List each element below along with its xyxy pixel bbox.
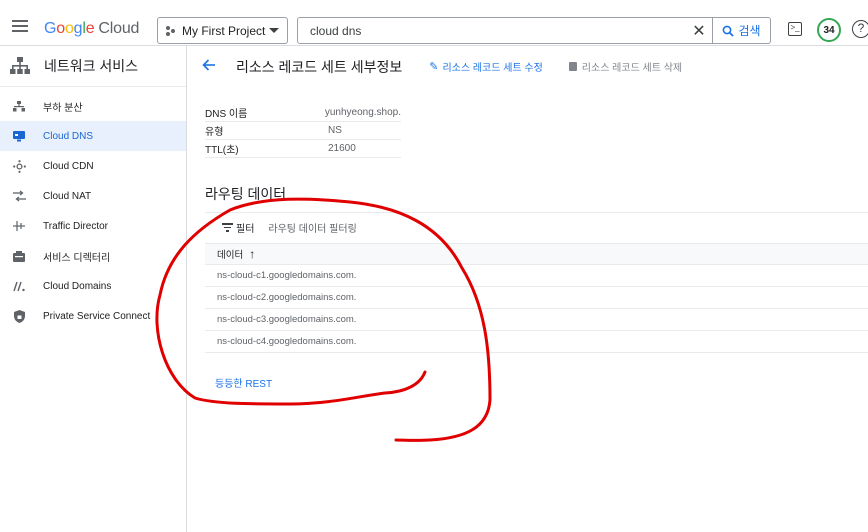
- table-cell: ns-cloud-c4.googledomains.com.: [217, 336, 357, 347]
- details-key: TTL(초): [205, 145, 239, 156]
- sidebar-item-label: 서비스 디렉터리: [43, 252, 111, 264]
- column-header-data: 데이터: [217, 250, 244, 261]
- record-set-details: DNS 이름 yunhyeong.shop. 유형 NS TTL(초) 2160…: [205, 104, 401, 158]
- sidebar-item-cloud-nat[interactable]: Cloud NAT: [0, 181, 186, 211]
- edit-record-set-button[interactable]: ✎ 리소스 레코드 세트 수정: [429, 59, 543, 74]
- load-balancing-icon: [12, 99, 26, 113]
- details-value: NS: [328, 125, 342, 136]
- table-cell: ns-cloud-c1.googledomains.com.: [217, 270, 357, 281]
- sidebar-item-label: Cloud CDN: [43, 160, 94, 172]
- sidebar-item-cloud-domains[interactable]: Cloud Domains: [0, 271, 186, 301]
- traffic-director-icon: [12, 219, 26, 233]
- details-key: DNS 이름: [205, 109, 248, 120]
- filter-label: 필터: [236, 224, 255, 235]
- cloud-cdn-icon: [12, 159, 26, 173]
- page-title: 리소스 레코드 세트 세부정보: [236, 58, 403, 75]
- search-icon: [723, 25, 735, 37]
- cloud-dns-icon: [12, 129, 26, 143]
- table-row: ns-cloud-c1.googledomains.com.: [205, 265, 868, 287]
- caret-down-icon: [269, 28, 279, 33]
- routing-data-table: 데이터 ↑ ns-cloud-c1.googledomains.com. ns-…: [205, 243, 868, 353]
- search-bar[interactable]: cloud dns ✕ 검색: [297, 17, 771, 44]
- filter-bar[interactable]: 필터 라우팅 데이터 필터링: [205, 212, 868, 242]
- table-row: ns-cloud-c3.googledomains.com.: [205, 309, 868, 331]
- table-cell: ns-cloud-c3.googledomains.com.: [217, 314, 357, 325]
- sidebar-item-load-balancing[interactable]: 부하 분산: [0, 91, 186, 121]
- top-bar: Google Cloud My First Project cloud dns ✕…: [0, 0, 868, 46]
- cloud-nat-icon: [12, 189, 26, 203]
- routing-data-title: 라우팅 데이터: [205, 186, 287, 202]
- sidebar-item-label: Cloud DNS: [43, 130, 94, 142]
- sidebar-item-label: Cloud Domains: [43, 280, 112, 292]
- main-content: 리소스 레코드 세트 세부정보 ✎ 리소스 레코드 세트 수정 리소스 레코드 …: [188, 46, 868, 532]
- sidebar-item-label: Cloud NAT: [43, 190, 92, 202]
- sidebar-item-label: Traffic Director: [43, 220, 109, 232]
- service-directory-icon: [12, 249, 26, 263]
- details-key: 유형: [205, 127, 224, 138]
- hamburger-menu-icon[interactable]: [12, 20, 28, 32]
- cloud-shell-icon[interactable]: >_: [788, 22, 802, 36]
- page-header: 리소스 레코드 세트 세부정보 ✎ 리소스 레코드 세트 수정 리소스 레코드 …: [188, 46, 868, 87]
- details-row: DNS 이름 yunhyeong.shop.: [205, 104, 401, 122]
- sidebar-title: 네트워크 서비스: [44, 58, 139, 74]
- filter-input[interactable]: 라우팅 데이터 필터링: [268, 220, 356, 235]
- logo-google-text: Google: [44, 20, 95, 37]
- notification-badge[interactable]: 34: [817, 18, 841, 42]
- filter-icon: [221, 222, 233, 233]
- pencil-icon: ✎: [429, 61, 439, 73]
- table-row: ns-cloud-c4.googledomains.com.: [205, 331, 868, 353]
- details-value: 21600: [328, 143, 356, 154]
- sidebar-item-label: 부하 분산: [43, 102, 83, 114]
- sidebar-item-label: Private Service Connect: [43, 310, 151, 322]
- logo-cloud-text: Cloud: [98, 20, 140, 37]
- sidebar-header: 네트워크 서비스: [0, 46, 186, 87]
- network-services-icon: [10, 57, 30, 74]
- project-icon: [166, 25, 176, 36]
- sidebar: 네트워크 서비스 부하 분산 Cloud DNS Cloud CDN Cloud…: [0, 46, 187, 532]
- sidebar-item-service-directory[interactable]: 서비스 디렉터리: [0, 241, 186, 271]
- search-button[interactable]: 검색: [712, 18, 770, 43]
- sidebar-item-cloud-cdn[interactable]: Cloud CDN: [0, 151, 186, 181]
- equivalent-rest-link[interactable]: 등등한 REST: [215, 375, 272, 390]
- project-selector[interactable]: My First Project: [157, 17, 288, 44]
- search-input[interactable]: cloud dns: [298, 24, 686, 38]
- details-row: 유형 NS: [205, 122, 401, 140]
- search-button-label: 검색: [738, 24, 761, 38]
- details-value: yunhyeong.shop.: [324, 107, 401, 118]
- google-cloud-logo[interactable]: Google Cloud: [44, 20, 139, 38]
- project-name: My First Project: [182, 23, 266, 38]
- details-row: TTL(초) 21600: [205, 140, 401, 158]
- sidebar-item-cloud-dns[interactable]: Cloud DNS: [0, 121, 186, 151]
- back-arrow-icon[interactable]: [202, 58, 218, 76]
- table-cell: ns-cloud-c2.googledomains.com.: [217, 292, 357, 303]
- trash-icon: [568, 62, 577, 71]
- table-header[interactable]: 데이터 ↑: [205, 243, 868, 265]
- private-service-connect-icon: [12, 309, 26, 323]
- clear-search-icon[interactable]: ✕: [686, 21, 712, 41]
- sidebar-item-private-service-connect[interactable]: Private Service Connect: [0, 301, 186, 331]
- sidebar-item-traffic-director[interactable]: Traffic Director: [0, 211, 186, 241]
- sort-ascending-icon[interactable]: ↑: [249, 247, 255, 261]
- delete-record-set-label: 리소스 레코드 세트 삭제: [581, 63, 683, 74]
- help-icon[interactable]: ?: [852, 20, 868, 38]
- edit-record-set-label: 리소스 레코드 세트 수정: [442, 63, 543, 74]
- delete-record-set-button[interactable]: 리소스 레코드 세트 삭제: [568, 59, 683, 74]
- table-row: ns-cloud-c2.googledomains.com.: [205, 287, 868, 309]
- cloud-domains-icon: [12, 279, 26, 293]
